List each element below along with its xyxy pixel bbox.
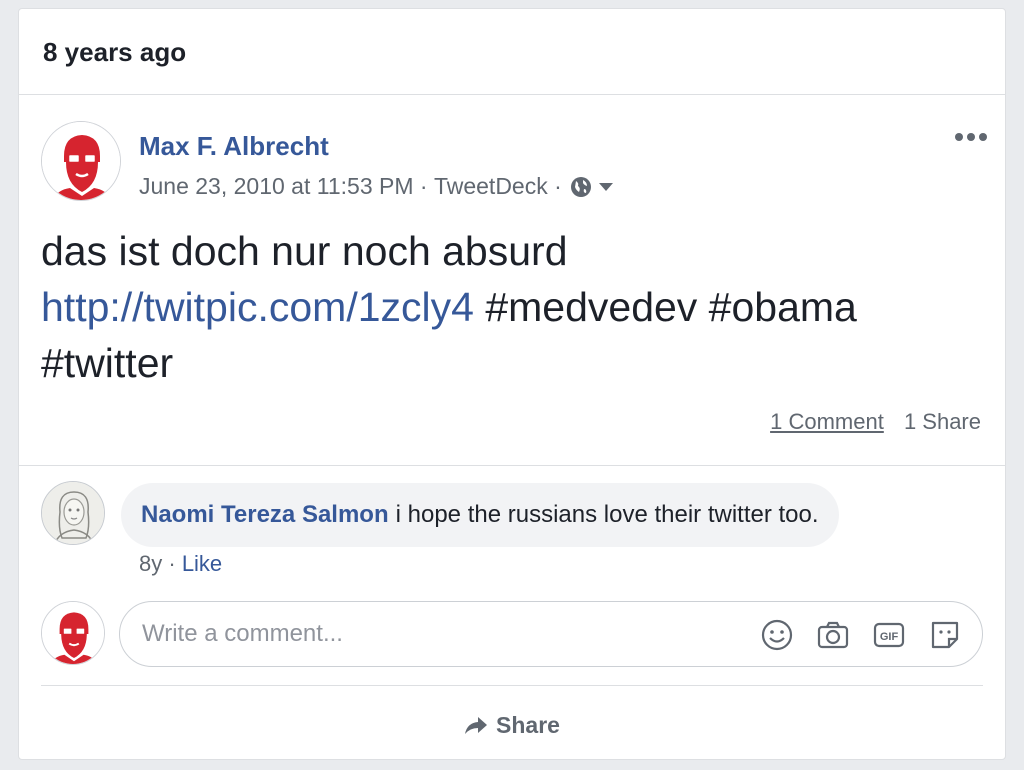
- post-author-name[interactable]: Max F. Albrecht: [139, 131, 329, 162]
- memory-card: 8 years ago Max F. Albrecht June 23, 201…: [18, 8, 1006, 760]
- privacy-dropdown-caret-icon[interactable]: [598, 182, 614, 192]
- comment-age[interactable]: 8y: [139, 551, 162, 576]
- comment-meta-separator: ·: [162, 551, 182, 576]
- meta-separator: ·: [413, 173, 434, 199]
- camera-icon[interactable]: [816, 618, 850, 652]
- comment-text: i hope the russians love their twitter t…: [395, 501, 819, 528]
- comment-composer[interactable]: GIF: [119, 601, 983, 667]
- commenter-avatar[interactable]: [41, 481, 105, 545]
- current-user-avatar: [41, 601, 105, 665]
- comment-input[interactable]: [142, 616, 742, 652]
- author-avatar[interactable]: [41, 121, 121, 201]
- share-arrow-icon: [465, 717, 488, 734]
- sketch-portrait-icon: [42, 482, 104, 544]
- meta-separator-2: ·: [547, 173, 562, 199]
- post-link[interactable]: http://twitpic.com/1zcly4: [41, 284, 474, 330]
- more-options-icon[interactable]: [953, 131, 989, 143]
- globe-icon[interactable]: [570, 176, 592, 198]
- divider: [41, 685, 983, 686]
- svg-text:GIF: GIF: [880, 631, 899, 643]
- sticker-icon[interactable]: [928, 618, 962, 652]
- bearded-man-avatar-icon: [42, 602, 104, 664]
- post-text-prefix: das ist doch nur noch absurd: [41, 228, 568, 274]
- memory-header: 8 years ago: [19, 9, 1005, 95]
- post-header: Max F. Albrecht June 23, 2010 at 11:53 P…: [41, 121, 1005, 201]
- share-label: Share: [496, 711, 560, 738]
- bearded-man-avatar-icon: [42, 122, 120, 200]
- gif-icon[interactable]: GIF: [872, 618, 906, 652]
- engagement-counts: 1 Comment 1 Share: [770, 409, 981, 435]
- comment-meta: 8y · Like: [139, 551, 222, 577]
- post-meta: June 23, 2010 at 11:53 PM · TweetDeck ·: [139, 173, 614, 200]
- commenter-name[interactable]: Naomi Tereza Salmon: [141, 501, 389, 529]
- post-date[interactable]: June 23, 2010 at 11:53 PM: [139, 173, 414, 200]
- divider: [19, 465, 1005, 466]
- emoji-icon[interactable]: [760, 618, 794, 652]
- comments-count[interactable]: 1 Comment: [770, 409, 884, 434]
- comment-like-button[interactable]: Like: [182, 551, 222, 576]
- comment-bubble: Naomi Tereza Salmon i hope the russians …: [121, 483, 839, 547]
- post-text: das ist doch nur noch absurd http://twit…: [41, 223, 991, 391]
- post-source: TweetDeck: [433, 173, 548, 199]
- shares-count[interactable]: 1 Share: [904, 409, 981, 434]
- share-button[interactable]: Share: [19, 705, 1005, 745]
